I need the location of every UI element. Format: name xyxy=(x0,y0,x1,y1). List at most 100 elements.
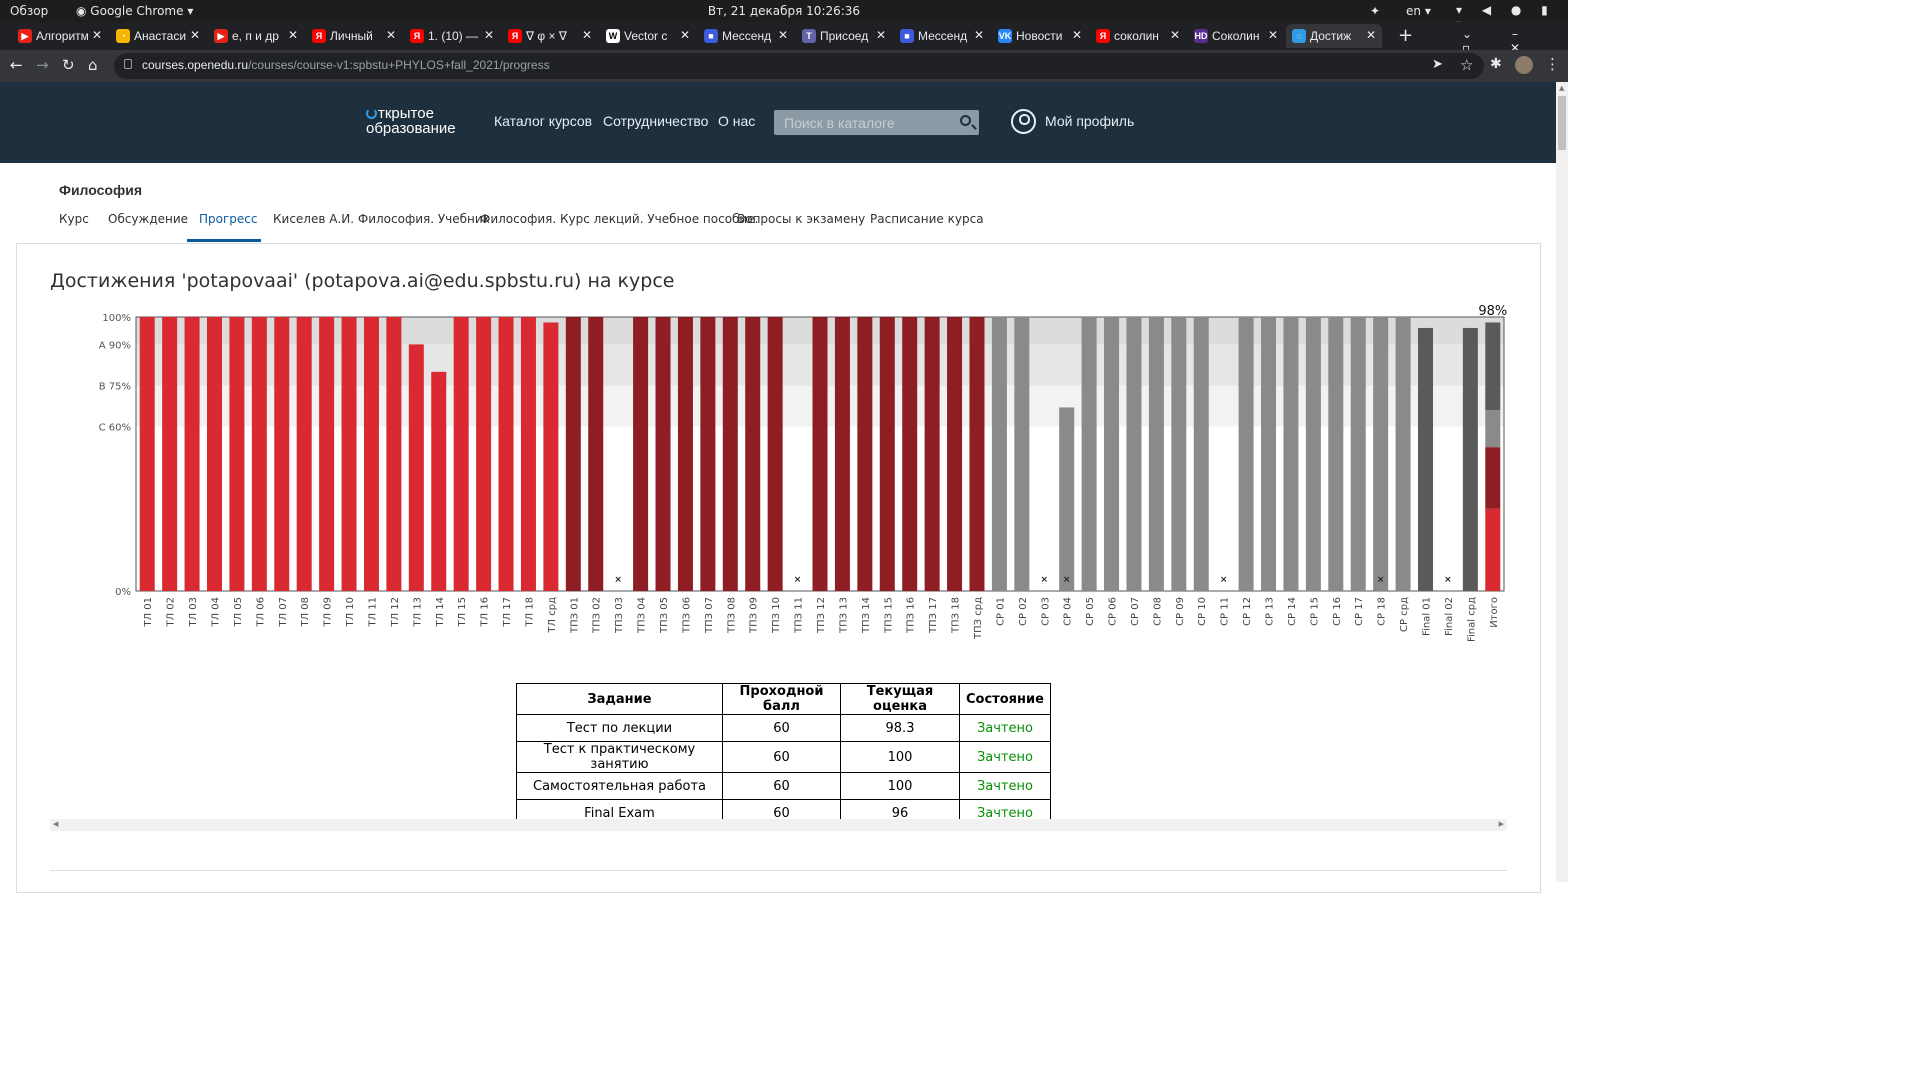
chart-bar xyxy=(139,317,155,591)
x-tick-label: ТЛ 04 xyxy=(210,597,221,628)
chart-bar xyxy=(565,317,581,591)
cell-passing: 60 xyxy=(722,714,841,742)
x-tick-label: ТЛ 17 xyxy=(502,597,513,628)
dropped-marker-icon: × xyxy=(794,575,802,585)
y-tick-label: C 60% xyxy=(99,423,131,434)
x-tick-label: Final срд xyxy=(1466,597,1477,642)
cell-grade: 100 xyxy=(840,772,960,800)
total-bar-segment xyxy=(1485,410,1501,448)
chart-bar xyxy=(1126,317,1142,591)
chart-bar xyxy=(520,317,536,591)
chart-bar xyxy=(745,317,761,591)
chart-bar xyxy=(184,317,200,591)
chart-bar xyxy=(1305,317,1321,591)
x-tick-label: СР 12 xyxy=(1242,597,1253,626)
cell-status: Зачтено xyxy=(959,714,1051,742)
x-tick-label: Итого xyxy=(1489,597,1500,628)
chart-bar xyxy=(386,317,402,591)
chart-bar xyxy=(1261,317,1277,591)
chart-bar xyxy=(969,317,985,591)
x-tick-label: ТПЗ 14 xyxy=(861,597,872,634)
x-tick-label: СР 03 xyxy=(1040,597,1051,626)
chart-bar xyxy=(1283,317,1299,591)
chart-bar xyxy=(408,344,424,591)
table-header-row: Задание Проходной балл Текущая оценка Со… xyxy=(516,683,1051,715)
chart-bar xyxy=(543,322,559,591)
x-tick-label: ТЛ 05 xyxy=(233,597,244,628)
cell-assignment: Тест к практическому занятию xyxy=(516,741,723,773)
x-tick-label: ТЛ срд xyxy=(547,597,558,634)
chart-bar xyxy=(722,317,738,591)
dropped-marker-icon: × xyxy=(1220,575,1228,585)
x-tick-label: ТПЗ 03 xyxy=(614,597,625,634)
header-status: Состояние xyxy=(959,683,1051,715)
table-row: Тест по лекции 60 98.3 Зачтено xyxy=(516,714,1051,742)
x-tick-label: ТЛ 01 xyxy=(143,597,154,628)
x-tick-label: ТПЗ 09 xyxy=(749,597,760,634)
x-tick-label: СР 18 xyxy=(1377,597,1388,626)
x-tick-label: ТПЗ 11 xyxy=(794,597,805,634)
chart-bar xyxy=(229,317,245,591)
x-tick-label: СР 07 xyxy=(1130,597,1141,626)
x-tick-label: ТЛ 03 xyxy=(188,597,199,628)
x-tick-label: СР 15 xyxy=(1309,597,1320,626)
total-percent-label: 98% xyxy=(1478,304,1507,319)
chart-bar xyxy=(1171,317,1187,591)
x-tick-label: ТПЗ 18 xyxy=(951,597,962,634)
x-tick-label: СР 09 xyxy=(1175,597,1186,626)
chart-bar xyxy=(1148,317,1164,591)
y-tick-label: B 75% xyxy=(99,382,131,393)
chart-bar xyxy=(1081,317,1097,591)
y-tick-label: 100% xyxy=(102,313,131,324)
table-row: Самостоятельная работа 60 100 Зачтено xyxy=(516,772,1051,800)
chart-bar xyxy=(947,317,963,591)
x-tick-label: ТПЗ 17 xyxy=(928,597,939,634)
chart-bar xyxy=(677,317,693,591)
x-tick-label: ТПЗ 06 xyxy=(681,597,692,634)
x-tick-label: ТПЗ 02 xyxy=(592,597,603,634)
chart-bar xyxy=(767,317,783,591)
chart-bar xyxy=(588,317,604,591)
x-tick-label: ТЛ 11 xyxy=(367,597,378,628)
x-tick-label: СР 05 xyxy=(1085,597,1096,626)
x-tick-label: СР 06 xyxy=(1108,597,1119,626)
chart-bar xyxy=(633,317,649,591)
cell-passing: 60 xyxy=(722,772,841,800)
x-tick-label: ТЛ 18 xyxy=(524,597,535,628)
chart-bar xyxy=(1395,317,1411,591)
chart-bar xyxy=(655,317,671,591)
x-tick-label: ТЛ 10 xyxy=(345,597,356,628)
chart-bar xyxy=(700,317,716,591)
dropped-marker-icon: × xyxy=(614,575,622,585)
x-tick-label: ТЛ 02 xyxy=(166,597,177,628)
horizontal-scrollbar[interactable]: ◀ ▶ xyxy=(50,819,1507,831)
x-tick-label: Final 02 xyxy=(1444,597,1455,636)
x-tick-label: ТПЗ 01 xyxy=(569,597,580,634)
x-tick-label: СР 04 xyxy=(1063,597,1074,626)
scroll-right-arrow-icon[interactable]: ▶ xyxy=(1499,820,1504,828)
x-tick-label: СР 16 xyxy=(1332,597,1343,626)
x-tick-label: СР 08 xyxy=(1152,597,1163,626)
x-tick-label: СР 13 xyxy=(1265,597,1276,626)
chart-bar xyxy=(1373,317,1389,591)
dropped-marker-icon: × xyxy=(1063,575,1071,585)
x-tick-label: ТЛ 06 xyxy=(255,597,266,628)
cell-status: Зачтено xyxy=(959,741,1051,773)
x-tick-label: ТПЗ 16 xyxy=(906,597,917,634)
cell-grade: 100 xyxy=(840,741,960,773)
chart-bar xyxy=(476,317,492,591)
x-tick-label: ТПЗ 13 xyxy=(838,597,849,634)
x-tick-label: ТЛ 09 xyxy=(323,597,334,628)
chart-bar xyxy=(1193,317,1209,591)
total-bar-segment xyxy=(1485,447,1501,509)
cell-passing: 60 xyxy=(722,741,841,773)
x-tick-label: ТПЗ 10 xyxy=(771,597,782,634)
cell-status: Зачтено xyxy=(959,772,1051,800)
x-tick-label: СР 14 xyxy=(1287,597,1298,626)
scroll-left-arrow-icon[interactable]: ◀ xyxy=(53,820,58,828)
y-tick-label: 0% xyxy=(115,587,131,598)
chart-bar xyxy=(1104,317,1120,591)
chart-bar xyxy=(924,317,940,591)
x-tick-label: ТПЗ 07 xyxy=(704,597,715,634)
table-row: Тест к практическому занятию 60 100 Зачт… xyxy=(516,741,1051,773)
